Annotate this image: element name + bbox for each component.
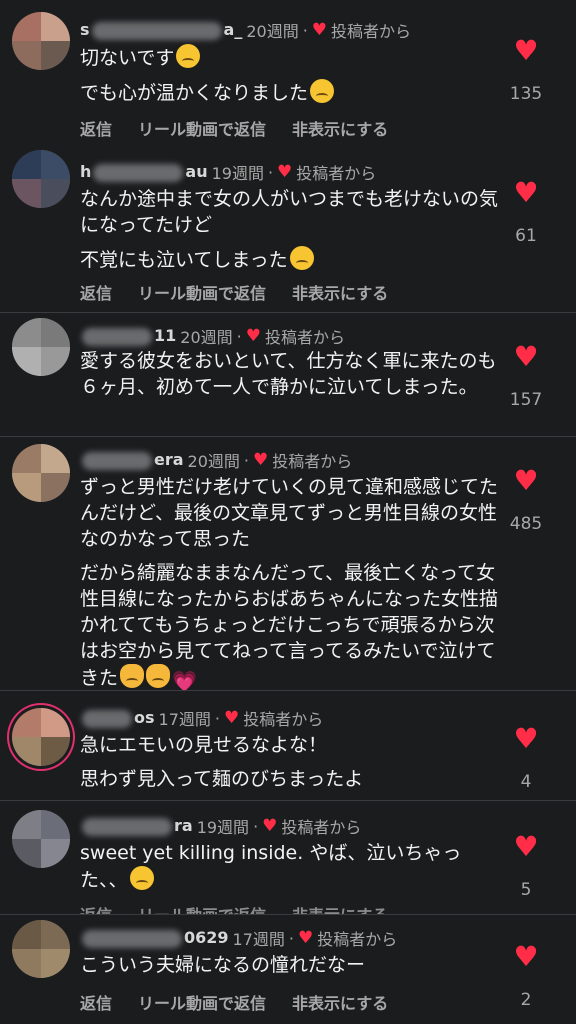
- avatar[interactable]: [12, 12, 70, 70]
- comment-time: 20週間: [180, 328, 233, 347]
- comment-text: sweet yet killing inside. やば、泣いちゃった、、: [80, 842, 462, 891]
- hide-button[interactable]: 非表示にする: [292, 906, 388, 914]
- like-count: 135: [509, 84, 543, 104]
- comment-time: 17週間: [232, 930, 285, 949]
- like-control: ♥ 485: [506, 466, 546, 535]
- avatar[interactable]: [12, 810, 70, 868]
- heart-icon: ♥: [223, 708, 240, 728]
- reply-button[interactable]: 返信: [80, 284, 112, 303]
- avatar[interactable]: [12, 444, 70, 502]
- smiling-face-emoji: [310, 79, 335, 103]
- avatar[interactable]: [12, 150, 70, 208]
- crying-cat-emoji: [120, 664, 145, 688]
- reply-button[interactable]: 返信: [80, 906, 112, 914]
- like-count: 157: [509, 390, 543, 410]
- username[interactable]: os: [80, 708, 155, 728]
- author-badge: 投稿者から: [296, 164, 377, 183]
- reply-button[interactable]: 返信: [80, 120, 112, 139]
- like-count: 61: [515, 226, 537, 246]
- crying-face-emoji: [129, 866, 154, 890]
- like-heart-icon[interactable]: ♥: [506, 178, 546, 208]
- username[interactable]: 0629: [80, 928, 229, 948]
- comment-time: 19週間: [196, 818, 250, 837]
- like-control: ♥ 2: [506, 942, 546, 1011]
- username[interactable]: s a_: [80, 20, 242, 40]
- comment-text: 愛する彼女をおいといて、仕方なく軍に来たのも６ヶ月、初めて一人で静かに泣いてしま…: [80, 350, 497, 398]
- reel-reply-button[interactable]: リール動画で返信: [138, 994, 266, 1013]
- username[interactable]: 11: [80, 326, 176, 346]
- hide-button[interactable]: 非表示にする: [292, 120, 388, 139]
- comment-meta: era 20週間 · ♥ 投稿者から: [80, 448, 352, 472]
- comment-time: 17週間: [158, 710, 211, 729]
- like-heart-icon[interactable]: ♥: [506, 942, 546, 972]
- like-control: ♥ 5: [506, 832, 546, 901]
- heart-icon: ♥: [253, 450, 269, 470]
- author-badge: 投稿者から: [264, 328, 345, 347]
- comment-meta: h au 19週間 · ♥ 投稿者から: [80, 162, 377, 183]
- divider: [0, 436, 576, 437]
- username[interactable]: h au: [80, 162, 208, 182]
- comment-actions: 返信 リール動画で返信 非表示にする: [80, 280, 414, 304]
- author-badge: 投稿者から: [331, 22, 412, 41]
- username[interactable]: era: [80, 450, 184, 470]
- author-badge: 投稿者から: [272, 452, 353, 471]
- avatar[interactable]: [12, 318, 70, 376]
- author-badge: 投稿者から: [317, 930, 398, 949]
- divider: [0, 800, 576, 801]
- reply-button[interactable]: 返信: [80, 994, 112, 1013]
- hide-button[interactable]: 非表示にする: [292, 284, 388, 303]
- heart-icon: ♥: [245, 326, 261, 346]
- like-heart-icon[interactable]: ♥: [506, 36, 546, 66]
- comment-time: 20週間: [187, 452, 240, 471]
- divider: [0, 690, 576, 691]
- hide-button[interactable]: 非表示にする: [292, 994, 388, 1013]
- crying-face-emoji: [176, 44, 201, 68]
- heart-icon: ♥: [311, 20, 328, 40]
- comment-actions-cut: 返信 リール動画で返信 非表示にする: [80, 902, 414, 914]
- comment-text: なんか途中まで女の人がいつまでも老けないの気になってたけど 不覚にも泣いてしまっ…: [80, 188, 499, 271]
- comment-time: 20週間: [246, 22, 299, 41]
- like-count: 2: [520, 990, 532, 1010]
- comment-meta: s a_ 20週間 · ♥ 投稿者から: [80, 20, 412, 41]
- like-heart-icon[interactable]: ♥: [506, 342, 546, 372]
- like-control: ♥ 61: [506, 178, 546, 247]
- comment-text: 切ないです でも心が温かくなりました: [80, 44, 500, 114]
- reel-reply-button[interactable]: リール動画で返信: [138, 906, 266, 914]
- comment-actions: 返信 リール動画で返信 非表示にする: [80, 116, 414, 140]
- comment-time: 19週間: [211, 164, 264, 183]
- divider: [0, 914, 576, 915]
- comment-meta: 11 20週間 · ♥ 投稿者から: [80, 324, 345, 348]
- comment-meta: os 17週間 · ♥ 投稿者から: [80, 706, 323, 730]
- crying-cat-emoji: [146, 664, 171, 688]
- author-badge: 投稿者から: [281, 818, 362, 837]
- comment-text: こういう夫婦になるの憧れだなー: [80, 954, 366, 976]
- like-control: ♥ 135: [506, 36, 546, 105]
- comment-text: 急にエモいの見せるなよな！ 思わず見入って麺のびちまったよ: [80, 734, 364, 790]
- comment-meta: ra 19週間 · ♥ 投稿者から: [80, 814, 361, 838]
- like-control: ♥ 157: [506, 342, 546, 411]
- comment-text: ずっと男性だけ老けていくの見て違和感感じてたんだけど、最後の文章見てずっと男性目…: [80, 476, 499, 693]
- like-count: 5: [520, 880, 532, 900]
- like-count: 485: [509, 514, 543, 534]
- like-heart-icon[interactable]: ♥: [506, 832, 546, 862]
- divider: [0, 312, 576, 313]
- crying-face-emoji: [289, 246, 314, 270]
- avatar[interactable]: [12, 708, 70, 766]
- heart-icon: ♥: [277, 162, 293, 182]
- comment-actions: 返信 リール動画で返信 非表示にする: [80, 990, 414, 1014]
- like-heart-icon[interactable]: ♥: [506, 466, 546, 496]
- heart-icon: ♥: [262, 816, 278, 836]
- reel-reply-button[interactable]: リール動画で返信: [138, 284, 266, 303]
- comment-meta: 0629 17週間 · ♥ 投稿者から: [80, 926, 397, 950]
- avatar[interactable]: [12, 920, 70, 978]
- reel-reply-button[interactable]: リール動画で返信: [138, 120, 266, 139]
- heart-icon: ♥: [298, 928, 314, 948]
- like-control: ♥ 4: [506, 724, 546, 793]
- author-badge: 投稿者から: [243, 710, 324, 729]
- username[interactable]: ra: [80, 816, 193, 836]
- like-count: 4: [520, 772, 532, 792]
- like-heart-icon[interactable]: ♥: [506, 724, 546, 754]
